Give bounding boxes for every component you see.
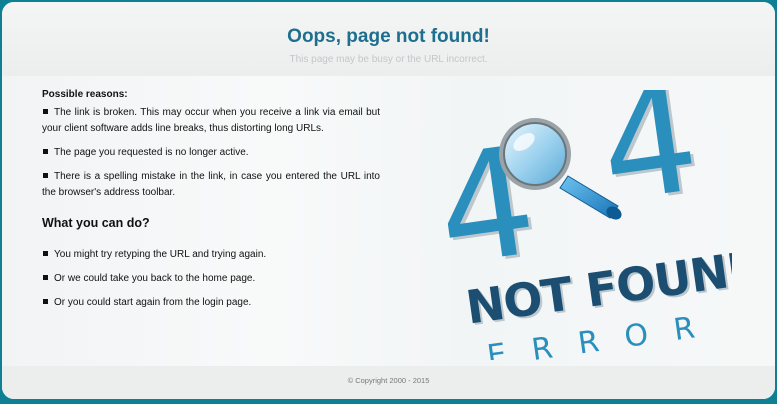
bullet-icon bbox=[43, 109, 48, 115]
bullet-icon bbox=[43, 251, 48, 257]
action-item: Or you could start again from the login … bbox=[42, 295, 380, 311]
bullet-icon bbox=[43, 299, 48, 305]
action-text: Or we could take you back to the home pa… bbox=[54, 273, 256, 284]
bullet-icon bbox=[43, 173, 48, 179]
page-title: Oops, page not found! bbox=[287, 26, 490, 47]
footer: © Copyright 2000 - 2015 bbox=[2, 366, 775, 399]
404-illustration: 4 4 4 4 NOT FOUND NOT FOUND ERROR bbox=[432, 90, 732, 360]
header: Oops, page not found! This page may be b… bbox=[2, 2, 775, 76]
reasons-heading: Possible reasons: bbox=[42, 89, 128, 100]
page-frame: Oops, page not found! This page may be b… bbox=[2, 2, 775, 399]
actions-list: You might try retyping the URL and tryin… bbox=[42, 247, 380, 311]
reason-text: There is a spelling mistake in the link,… bbox=[42, 171, 380, 198]
action-item: Or we could take you back to the home pa… bbox=[42, 271, 380, 287]
action-text: You might try retyping the URL and tryin… bbox=[54, 249, 267, 260]
reason-text: The page you requested is no longer acti… bbox=[54, 147, 249, 158]
bullet-icon bbox=[43, 149, 48, 155]
reason-item: The page you requested is no longer acti… bbox=[42, 145, 380, 161]
content-text: Possible reasons: The link is broken. Th… bbox=[42, 87, 380, 319]
action-text: Or you could start again from the login … bbox=[54, 297, 252, 308]
reason-item: The link is broken. This may occur when … bbox=[42, 105, 380, 137]
page-subtitle: This page may be busy or the URL incorre… bbox=[289, 54, 488, 65]
reason-text: The link is broken. This may occur when … bbox=[42, 107, 380, 134]
copyright-text: © Copyright 2000 - 2015 bbox=[347, 376, 430, 385]
reason-item: There is a spelling mistake in the link,… bbox=[42, 169, 380, 201]
actions-heading: What you can do? bbox=[42, 216, 150, 230]
bullet-icon bbox=[43, 275, 48, 281]
action-item: You might try retyping the URL and tryin… bbox=[42, 247, 380, 263]
